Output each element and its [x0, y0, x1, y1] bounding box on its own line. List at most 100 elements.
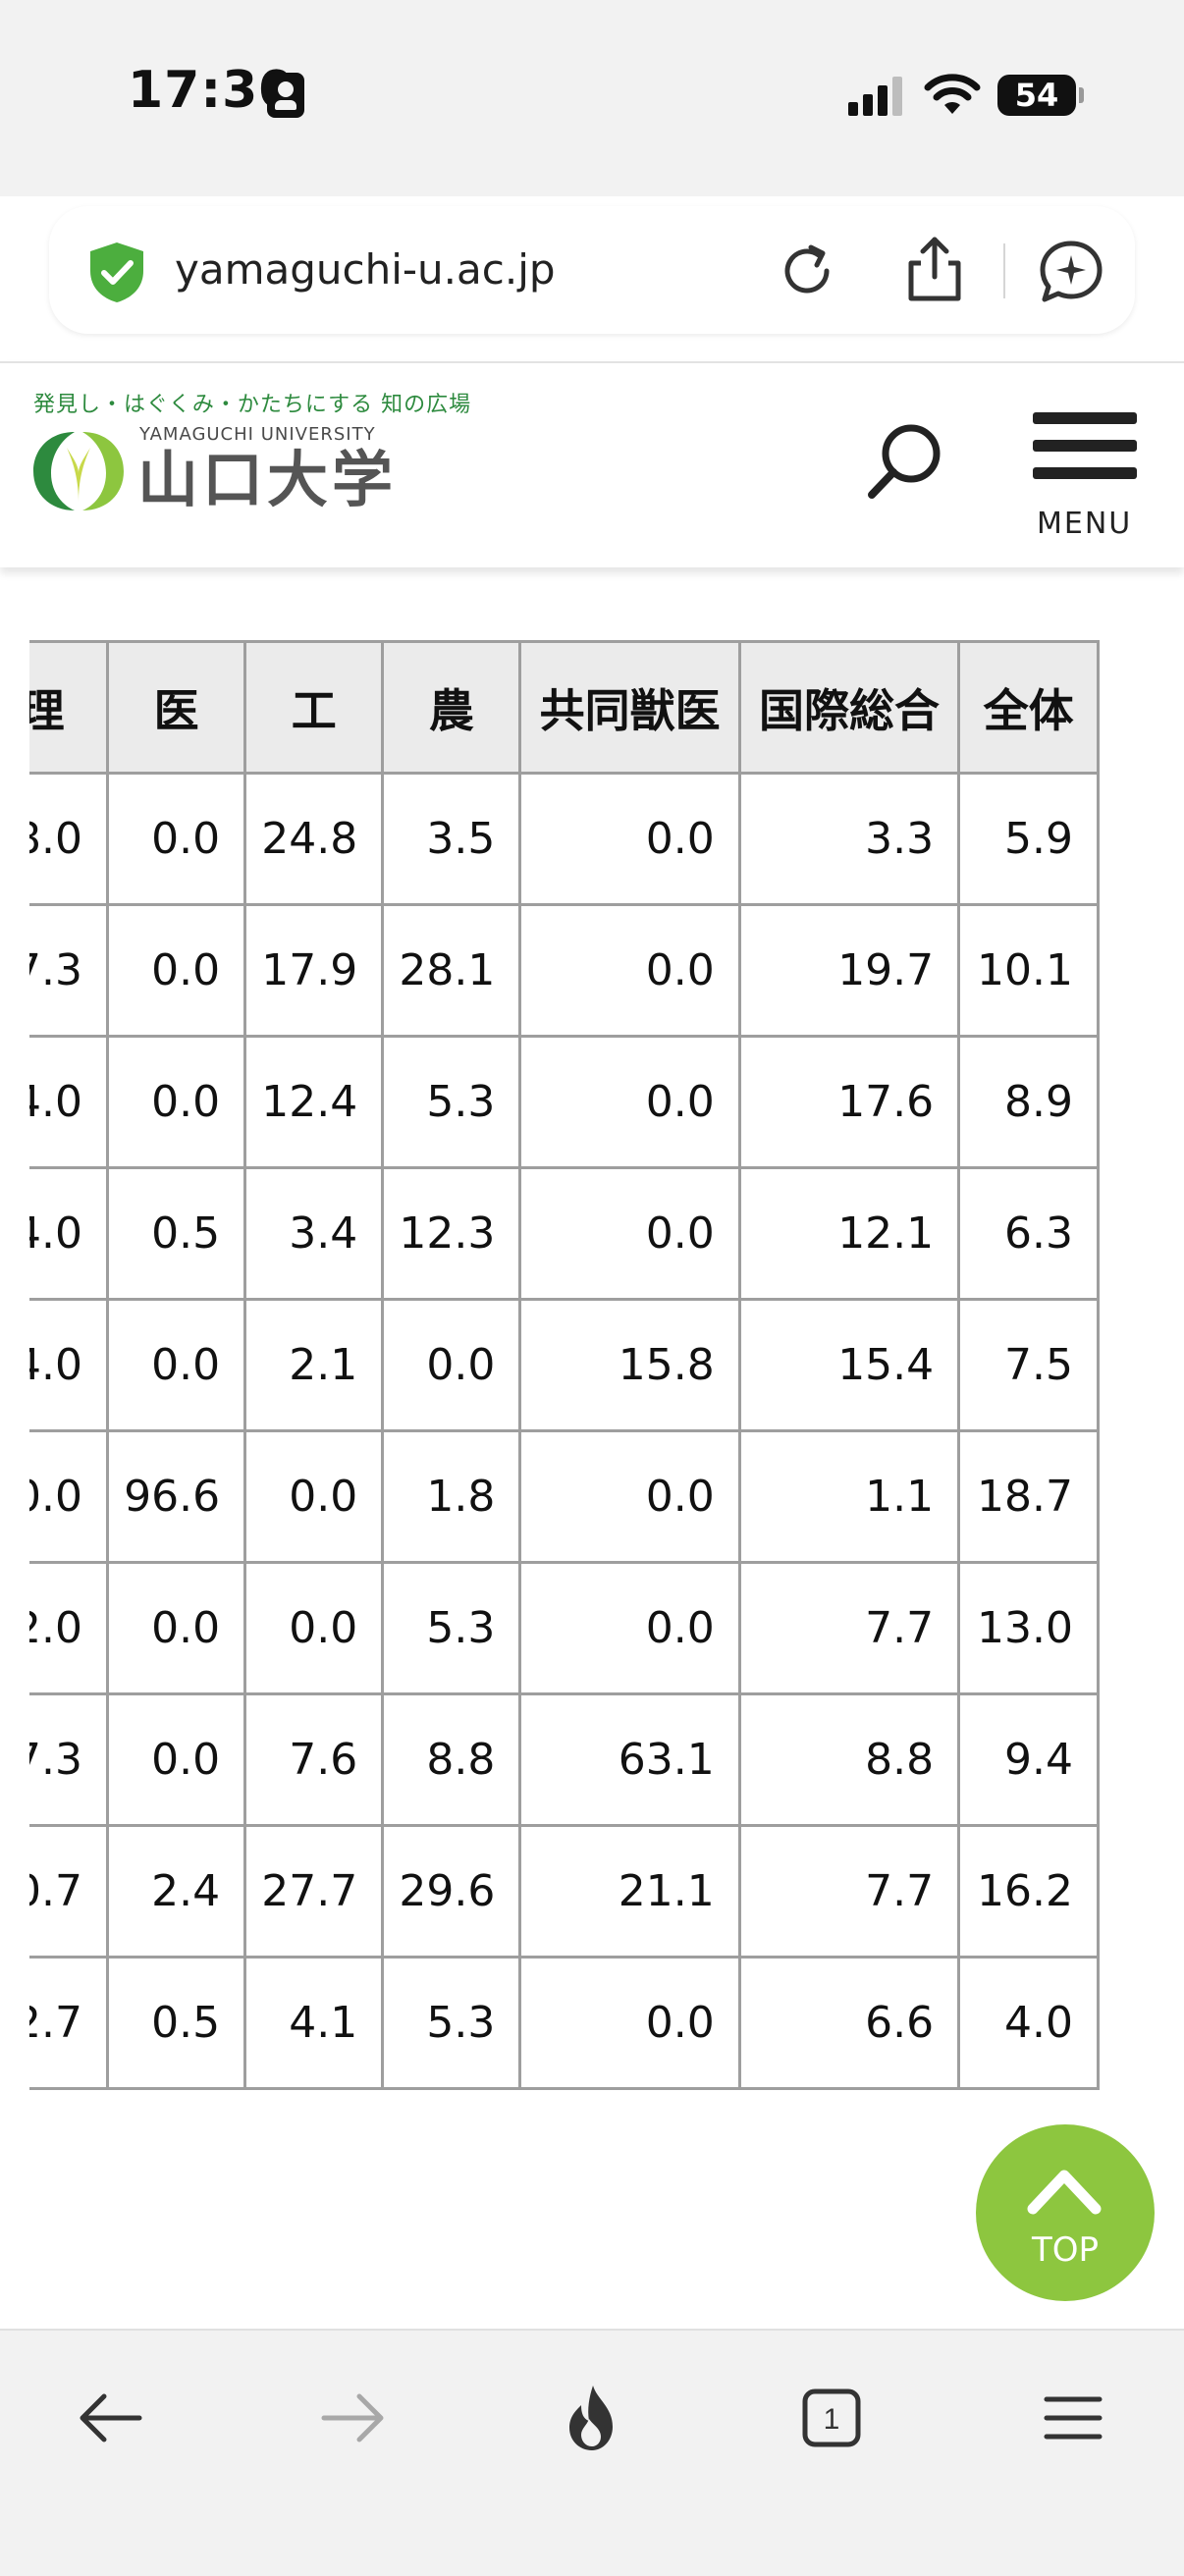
assistant-icon[interactable] [1037, 238, 1105, 306]
table-cell: 2.4 [105, 1824, 247, 1959]
table-cell: 5.9 [957, 772, 1100, 906]
table-cell: 0.0 [243, 1561, 385, 1695]
table-cell: 0.5 [105, 1166, 247, 1301]
table-cell: 12.1 [737, 1166, 961, 1301]
table-cell: 0.0 [105, 772, 247, 906]
table-row: 7.3 0.0 17.9 28.1 0.0 19.7 10.1 [29, 903, 1100, 1038]
table-cell: 4.0 [29, 1298, 109, 1432]
forward-arrow-icon[interactable] [316, 2382, 389, 2454]
contact-card-icon [267, 73, 304, 118]
table-cell: 3.5 [381, 772, 522, 906]
table-cell: 12.4 [243, 1035, 385, 1169]
table-cell: 0.0 [518, 1561, 741, 1695]
table-cell: 63.1 [518, 1692, 741, 1827]
table-cell: 0.0 [518, 1956, 741, 2090]
site-tagline: 発見し・はぐくみ・かたちにする 知の広場 [33, 393, 472, 417]
tabs-icon[interactable]: 1 [795, 2382, 868, 2454]
table-cell: 0.7 [29, 1824, 109, 1959]
table-cell: 0.5 [105, 1956, 247, 2090]
table-cell: 13.0 [957, 1561, 1100, 1695]
table-cell: 7.3 [29, 1692, 109, 1827]
table-cell: 19.7 [737, 903, 961, 1038]
table-cell: 15.8 [518, 1298, 741, 1432]
university-logo-mark[interactable] [27, 418, 130, 516]
menu-bar [1033, 467, 1137, 479]
table-row: 2.0 0.0 0.0 5.3 0.0 7.7 13.0 [29, 1561, 1100, 1695]
back-to-top-label: TOP [1031, 2230, 1100, 2270]
table-cell: 5.3 [381, 1956, 522, 2090]
search-icon[interactable] [864, 418, 946, 501]
table-cell: 0.0 [518, 772, 741, 906]
share-icon[interactable] [903, 234, 966, 304]
university-name-en: YAMAGUCHI UNIVERSITY [139, 424, 376, 445]
table-cell: 7.7 [737, 1561, 961, 1695]
column-header: 共同獣医 [518, 640, 741, 775]
table-cell: 5.3 [381, 1035, 522, 1169]
table-cell: 9.4 [957, 1692, 1100, 1827]
table-row: 4.0 0.5 3.4 12.3 0.0 12.1 6.3 [29, 1166, 1100, 1301]
menu-bar [1033, 412, 1137, 424]
url-text[interactable]: yamaguchi-u.ac.jp [175, 245, 556, 294]
cellular-signal-icon [848, 77, 903, 116]
table-cell: 27.7 [243, 1824, 385, 1959]
address-bar[interactable]: yamaguchi-u.ac.jp [49, 206, 1135, 334]
menu-label: MENU [1037, 507, 1133, 541]
table-cell: 4.0 [29, 1166, 109, 1301]
table-cell: 96.6 [105, 1429, 247, 1564]
university-name-jp[interactable]: 山口大学 [137, 446, 397, 514]
table-row: 2.7 0.5 4.1 5.3 0.0 6.6 4.0 [29, 1956, 1100, 2090]
table-cell: 21.1 [518, 1824, 741, 1959]
table-cell: 15.4 [737, 1298, 961, 1432]
column-header: 国際総合 [737, 640, 961, 775]
table-cell: 0.0 [518, 903, 741, 1038]
table-cell: 1.1 [737, 1429, 961, 1564]
wifi-icon [924, 74, 981, 114]
column-header: 工 [243, 640, 385, 775]
site-header: 発見し・はぐくみ・かたちにする 知の広場 YAMAGUCHI UNIVERSIT… [0, 361, 1184, 567]
column-header: 理 [29, 640, 109, 775]
table-cell: 0.0 [518, 1166, 741, 1301]
table-cell: 3.4 [243, 1166, 385, 1301]
table-row: 0.7 2.4 27.7 29.6 21.1 7.7 16.2 [29, 1824, 1100, 1959]
table-row: 7.3 0.0 7.6 8.8 63.1 8.8 9.4 [29, 1692, 1100, 1827]
table-cell: 2.7 [29, 1956, 109, 2090]
flame-icon[interactable] [556, 2382, 628, 2454]
table-cell: 24.8 [243, 772, 385, 906]
data-table-container[interactable]: 理 医 工 農 共同獣医 国際総合 全体 8.0 0.0 24.8 3.5 0.… [29, 640, 1155, 2095]
table-cell: 7.6 [243, 1692, 385, 1827]
back-to-top-button[interactable]: TOP [976, 2124, 1155, 2301]
chevron-up-icon [1027, 2170, 1102, 2215]
table-cell: 28.1 [381, 903, 522, 1038]
tab-count: 1 [824, 2403, 840, 2436]
table-cell: 6.3 [957, 1166, 1100, 1301]
table-row: 4.0 0.0 12.4 5.3 0.0 17.6 8.9 [29, 1035, 1100, 1169]
column-header: 医 [105, 640, 247, 775]
table-cell: 5.3 [381, 1561, 522, 1695]
hamburger-menu-icon[interactable] [1037, 2382, 1109, 2454]
table-cell: 2.1 [243, 1298, 385, 1432]
table-cell: 12.3 [381, 1166, 522, 1301]
table-cell: 8.0 [29, 772, 109, 906]
status-bar: 17:30 54 yamaguchi-u.ac.jp [0, 0, 1184, 334]
reload-icon[interactable] [776, 240, 838, 302]
table-cell: 0.0 [105, 1561, 247, 1695]
table-header-row: 理 医 工 農 共同獣医 国際総合 全体 [29, 640, 1100, 775]
table-cell: 0.0 [29, 1429, 109, 1564]
table-cell: 29.6 [381, 1824, 522, 1959]
table-cell: 0.0 [105, 1298, 247, 1432]
table-cell: 0.0 [518, 1429, 741, 1564]
back-arrow-icon[interactable] [75, 2382, 147, 2454]
battery-indicator: 54 [997, 75, 1084, 116]
table-cell: 4.0 [957, 1956, 1100, 2090]
menu-button[interactable]: MENU [1031, 412, 1139, 550]
table-cell: 0.0 [518, 1035, 741, 1169]
table-cell: 17.6 [737, 1035, 961, 1169]
table-cell: 2.0 [29, 1561, 109, 1695]
table-cell: 4.1 [243, 1956, 385, 2090]
table-row: 8.0 0.0 24.8 3.5 0.0 3.3 5.9 [29, 772, 1100, 906]
table-cell: 0.0 [105, 903, 247, 1038]
table-cell: 4.0 [29, 1035, 109, 1169]
table-cell: 8.8 [381, 1692, 522, 1827]
table-cell: 8.8 [737, 1692, 961, 1827]
table-cell: 1.8 [381, 1429, 522, 1564]
